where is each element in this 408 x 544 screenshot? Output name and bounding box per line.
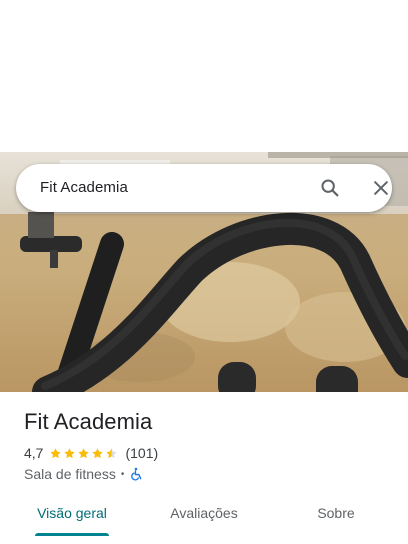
rating-value: 4,7 — [24, 445, 44, 461]
map-area-blank — [0, 0, 408, 152]
search-bar[interactable]: Fit Academia — [16, 164, 392, 212]
star-rating — [49, 447, 119, 460]
tab-about[interactable]: Sobre — [288, 496, 384, 534]
review-count[interactable]: (101) — [125, 445, 158, 461]
place-title: Fit Academia — [24, 409, 153, 434]
place-tabs: Visão geral Avaliações Sobre — [0, 496, 408, 544]
close-icon — [374, 181, 388, 195]
category-row: Sala de fitness • — [24, 465, 143, 483]
search-icon — [321, 179, 339, 197]
separator-dot: • — [120, 468, 125, 480]
star-icon — [78, 447, 90, 458]
star-icon — [92, 447, 104, 458]
place-info: Fit Academia 4,7 (101) Sala de fitness • — [24, 408, 384, 482]
star-icon — [106, 447, 118, 458]
search-query-text[interactable]: Fit Academia — [40, 164, 128, 212]
active-tab-indicator — [35, 533, 109, 536]
rating-row[interactable]: 4,7 (101) — [24, 444, 158, 462]
accessibility-icon — [129, 467, 143, 481]
category-label: Sala de fitness — [24, 466, 116, 482]
tab-overview[interactable]: Visão geral — [24, 496, 120, 534]
star-icon — [64, 447, 76, 458]
star-icon — [50, 447, 62, 458]
tab-reviews[interactable]: Avaliações — [156, 496, 252, 534]
search-button[interactable] — [316, 174, 344, 202]
close-button[interactable] — [367, 174, 395, 202]
